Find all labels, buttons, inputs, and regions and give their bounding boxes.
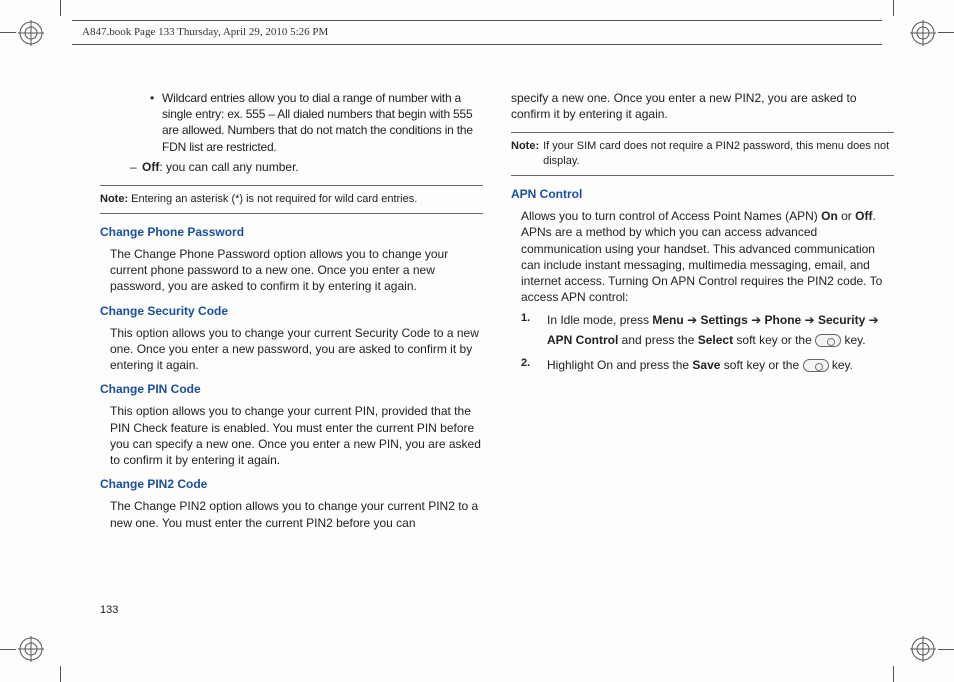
- paragraph: The Change Phone Password option allows …: [110, 246, 483, 295]
- crop-mark-icon: [938, 32, 954, 33]
- note-text: If your SIM card does not require a PIN2…: [543, 139, 894, 169]
- crop-mark-icon: [60, 666, 61, 682]
- header-rule: [72, 20, 882, 21]
- heading-apn-control: APN Control: [511, 186, 894, 202]
- note-label: Note:: [100, 193, 128, 205]
- step-number: 2.: [521, 356, 547, 375]
- crop-mark-icon: [60, 0, 61, 16]
- left-column: • Wildcard entries allow you to dial a r…: [100, 90, 483, 602]
- heading-change-security-code: Change Security Code: [100, 303, 483, 319]
- crop-mark-icon: [0, 32, 16, 33]
- step-text: Highlight On and press the Save soft key…: [547, 356, 894, 375]
- registration-mark-icon: [910, 20, 936, 46]
- heading-change-phone-password: Change Phone Password: [100, 224, 483, 240]
- paragraph: The Change PIN2 option allows you to cha…: [110, 498, 483, 530]
- registration-mark-icon: [18, 20, 44, 46]
- heading-change-pin-code: Change PIN Code: [100, 381, 483, 397]
- page: A847.book Page 133 Thursday, April 29, 2…: [0, 0, 954, 682]
- right-column: specify a new one. Once you enter a new …: [511, 90, 894, 602]
- step-number: 1.: [521, 311, 547, 349]
- paragraph: This option allows you to change your cu…: [110, 403, 483, 468]
- paragraph: Allows you to turn control of Access Poi…: [521, 208, 894, 305]
- bullet-icon: •: [150, 90, 162, 155]
- crop-mark-icon: [893, 666, 894, 682]
- page-number: 133: [100, 604, 118, 616]
- running-header: A847.book Page 133 Thursday, April 29, 2…: [82, 26, 328, 38]
- note-box: Note: If your SIM card does not require …: [511, 132, 894, 176]
- crop-mark-icon: [893, 0, 894, 16]
- paragraph: specify a new one. Once you enter a new …: [511, 90, 894, 122]
- note-label: Note:: [511, 139, 539, 169]
- dash-item: – Off: you can call any number.: [130, 159, 483, 175]
- bullet-text: Wildcard entries allow you to dial a ran…: [162, 90, 483, 155]
- ok-key-icon: [803, 359, 829, 372]
- registration-mark-icon: [18, 636, 44, 662]
- ok-key-icon: [815, 334, 841, 347]
- note-box: Note: Entering an asterisk (*) is not re…: [100, 185, 483, 214]
- header-rule: [72, 44, 882, 45]
- bullet-item: • Wildcard entries allow you to dial a r…: [150, 90, 483, 155]
- registration-mark-icon: [910, 636, 936, 662]
- crop-mark-icon: [0, 649, 16, 650]
- step-text: In Idle mode, press Menu ➔ Settings ➔ Ph…: [547, 311, 894, 349]
- dash-icon: –: [130, 159, 142, 175]
- dash-text: Off: you can call any number.: [142, 159, 299, 175]
- heading-change-pin2-code: Change PIN2 Code: [100, 476, 483, 492]
- paragraph: This option allows you to change your cu…: [110, 325, 483, 374]
- content-area: • Wildcard entries allow you to dial a r…: [100, 90, 894, 602]
- step-1: 1. In Idle mode, press Menu ➔ Settings ➔…: [521, 311, 894, 349]
- crop-mark-icon: [938, 649, 954, 650]
- step-2: 2. Highlight On and press the Save soft …: [521, 356, 894, 375]
- note-text: Entering an asterisk (*) is not required…: [128, 193, 417, 205]
